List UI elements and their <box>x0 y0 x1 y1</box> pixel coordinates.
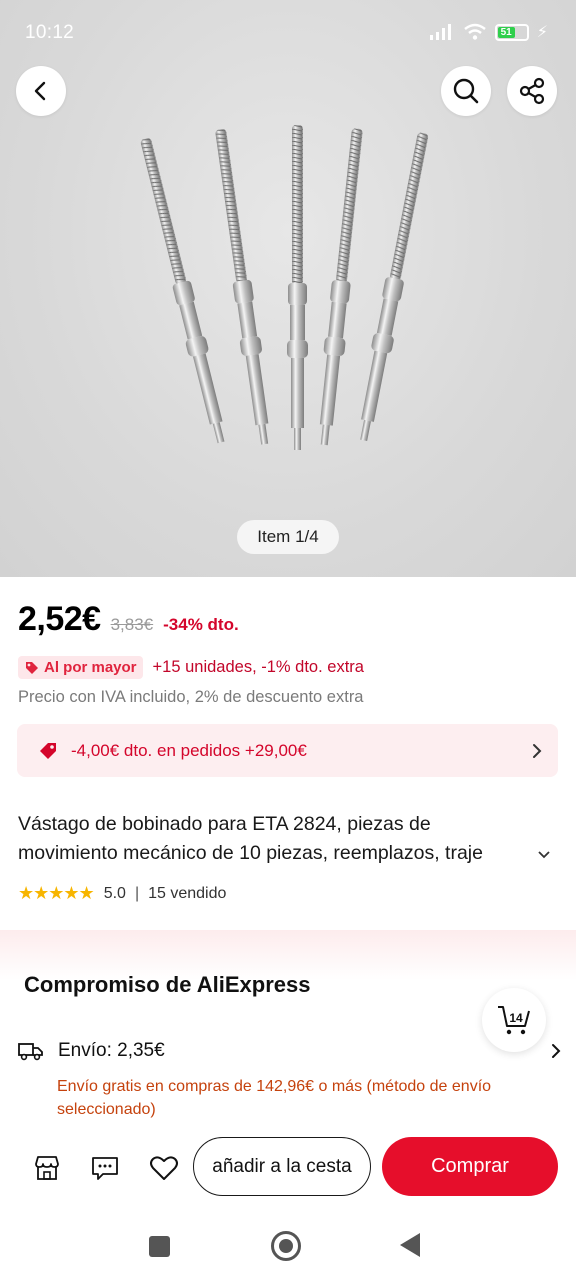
back-button[interactable] <box>16 66 66 116</box>
commitment-title: Compromiso de AliExpress <box>24 972 311 997</box>
chevron-right-icon <box>533 743 542 758</box>
shipping-note: Envío gratis en compras de 142,96€ o más… <box>57 1078 492 1118</box>
divider: | <box>134 884 140 902</box>
product-title[interactable]: Vástago de bobinado para ETA 2824, pieza… <box>18 810 558 868</box>
wholesale-badge: Al por mayor <box>18 656 143 679</box>
share-icon <box>519 77 545 105</box>
wifi-icon <box>463 23 486 40</box>
battery-level: 51 <box>497 26 515 38</box>
search-button[interactable] <box>441 66 491 116</box>
chevron-down-icon <box>538 850 550 858</box>
status-time: 10:12 <box>25 22 75 43</box>
star-rating-icon: ★★★★★ <box>18 883 95 903</box>
current-price: 2,52€ <box>18 600 101 638</box>
wholesale-row[interactable]: Al por mayor +15 unidades, -1% dto. extr… <box>18 656 364 679</box>
store-icon <box>35 1156 59 1180</box>
system-back-button[interactable] <box>400 1233 420 1257</box>
chat-icon <box>92 1157 118 1180</box>
coupon-text: -4,00€ dto. en pedidos +29,00€ <box>71 740 307 760</box>
original-price: 3,83€ <box>110 615 154 634</box>
home-dot-icon <box>279 1239 293 1253</box>
coupon-banner[interactable]: -4,00€ dto. en pedidos +29,00€ <box>17 724 558 777</box>
sold-count: 15 vendido <box>148 884 227 902</box>
product-image-carousel[interactable]: 10:12 51 ⚡ Item 1/4 <box>0 0 576 577</box>
status-bar: 10:12 51 ⚡ <box>0 0 576 62</box>
rating-value: 5.0 <box>103 884 126 902</box>
chat-button[interactable] <box>88 1151 122 1185</box>
tax-note: Precio con IVA incluido, 2% de descuento… <box>18 688 364 706</box>
add-to-cart-button[interactable]: añadir a la cesta <box>193 1137 371 1196</box>
tag-icon <box>26 661 38 674</box>
bottom-action-bar: añadir a la cesta Comprar <box>0 1127 576 1207</box>
wholesale-text: +15 unidades, -1% dto. extra <box>152 658 364 676</box>
charging-icon: ⚡ <box>536 24 548 41</box>
store-button[interactable] <box>30 1151 64 1185</box>
share-button[interactable] <box>507 66 557 116</box>
wholesale-badge-label: Al por mayor <box>44 659 137 676</box>
heart-icon <box>150 1156 178 1180</box>
battery-icon: 51 <box>494 23 529 41</box>
home-button[interactable] <box>271 1231 301 1261</box>
truck-icon <box>18 1043 43 1061</box>
price-row: 2,52€ 3,83€ -34% dto. <box>18 600 239 639</box>
status-icons: 51 ⚡ <box>429 22 548 42</box>
cart-count: 14 <box>509 1011 523 1025</box>
search-icon <box>453 78 479 104</box>
image-pager: Item 1/4 <box>237 520 339 554</box>
recents-button[interactable] <box>149 1236 170 1257</box>
shipping-label: Envío: 2,35€ <box>58 1040 165 1061</box>
signal-icon <box>429 24 451 40</box>
discount-label: -34% dto. <box>163 615 239 634</box>
system-nav-bar <box>0 1207 576 1280</box>
buy-now-button[interactable]: Comprar <box>382 1137 558 1196</box>
product-title-line2: movimiento mecánico de 10 piezas, reempl… <box>18 842 483 864</box>
product-title-line1: Vástago de bobinado para ETA 2824, pieza… <box>18 813 431 835</box>
rating-row[interactable]: ★★★★★ 5.0 | 15 vendido <box>18 883 226 904</box>
chevron-right-icon <box>552 1044 561 1058</box>
product-page: 10:12 51 ⚡ Item 1/4 2,52€ 3,83€ -34% dto… <box>0 0 576 1280</box>
coupon-tag-icon <box>40 742 56 759</box>
cart-icon: 14 <box>498 1006 530 1035</box>
shipping-row[interactable]: Envío: 2,35€ <box>18 1040 563 1062</box>
wishlist-button[interactable] <box>147 1151 181 1185</box>
chevron-left-icon <box>34 81 46 101</box>
